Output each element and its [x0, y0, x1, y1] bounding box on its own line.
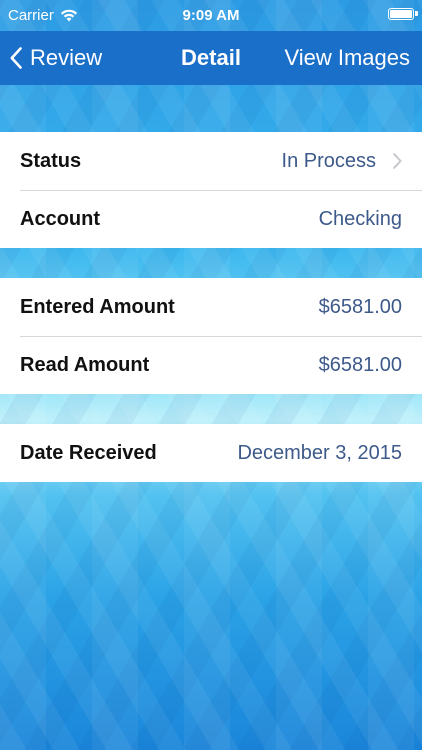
- view-images-button[interactable]: View Images: [284, 31, 410, 85]
- account-value: Checking: [318, 207, 402, 230]
- read-amount-row: Read Amount $6581.00: [0, 336, 422, 394]
- date-received-value: December 3, 2015: [237, 441, 402, 464]
- detail-group-date: Date Received December 3, 2015: [0, 424, 422, 482]
- date-received-row: Date Received December 3, 2015: [0, 424, 422, 482]
- detail-group-status-account: Status In Process Account Checking: [0, 132, 422, 248]
- entered-amount-row: Entered Amount $6581.00: [0, 278, 422, 336]
- status-bar-time: 9:09 AM: [182, 7, 240, 24]
- chevron-left-icon: [10, 47, 22, 69]
- chevron-right-icon: [393, 153, 402, 169]
- entered-amount-value: $6581.00: [318, 295, 402, 318]
- status-value: In Process: [281, 149, 376, 172]
- back-button-label: Review: [30, 45, 103, 70]
- status-row[interactable]: Status In Process: [0, 132, 422, 190]
- status-bar: Carrier 9:09 AM: [0, 0, 422, 31]
- read-amount-value: $6581.00: [318, 353, 402, 376]
- account-label: Account: [20, 207, 100, 230]
- entered-amount-label: Entered Amount: [20, 295, 175, 318]
- date-received-label: Date Received: [20, 441, 157, 464]
- battery-icon: [388, 8, 418, 20]
- detail-group-amounts: Entered Amount $6581.00 Read Amount $658…: [0, 278, 422, 394]
- navigation-bar: Review Detail View Images: [0, 31, 422, 85]
- account-row: Account Checking: [0, 190, 422, 248]
- status-label: Status: [20, 149, 82, 172]
- read-amount-label: Read Amount: [20, 353, 150, 376]
- back-button[interactable]: Review: [10, 31, 102, 85]
